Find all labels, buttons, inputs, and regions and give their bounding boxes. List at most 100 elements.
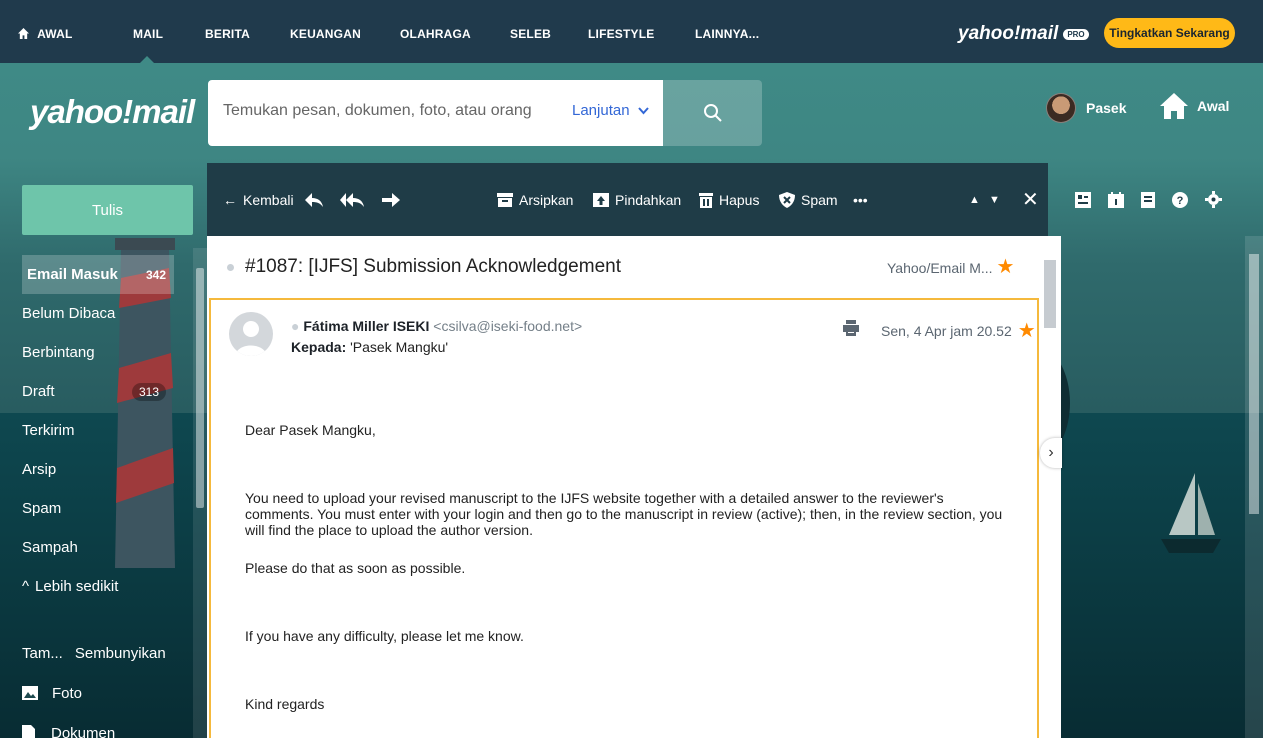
compose-button[interactable]: Tulis (22, 185, 193, 235)
folder-unread[interactable]: Belum Dibaca (22, 294, 174, 333)
move-label: Pindahkan (615, 191, 682, 208)
home-label: Awal (1197, 98, 1230, 114)
nav-sports[interactable]: OLAHRAGA (400, 0, 471, 68)
reply-button[interactable] (305, 163, 323, 236)
nav-news[interactable]: BERITA (205, 0, 250, 68)
forward-button[interactable] (382, 163, 400, 236)
delete-label: Hapus (719, 191, 760, 208)
scrollbar-thumb[interactable] (1044, 260, 1056, 328)
home-icon (18, 27, 37, 41)
nav-more[interactable]: LAINNYA... (695, 0, 759, 68)
folder-inbox[interactable]: Email Masuk 342 (22, 255, 174, 294)
calendar-icon[interactable] (1108, 191, 1124, 208)
chevron-up-icon: ^ (22, 578, 30, 595)
nav-celeb[interactable]: SELEB (510, 0, 551, 68)
upgrade-button[interactable]: Tingkatkan Sekarang (1104, 18, 1235, 48)
triangle-down-icon: ▼ (989, 193, 1000, 206)
scrollbar-thumb[interactable] (196, 268, 204, 508)
views-show-button[interactable]: Tam... (22, 645, 63, 662)
views-hide-button[interactable]: Sembunyikan (75, 645, 166, 662)
page-scrollbar[interactable] (1245, 236, 1263, 738)
gear-icon[interactable] (1205, 191, 1222, 208)
search-button[interactable] (663, 80, 762, 146)
search-input[interactable] (223, 102, 563, 120)
sidebar-scrollbar[interactable] (193, 248, 207, 738)
back-button[interactable]: ← Kembali (223, 163, 294, 236)
trash-icon (699, 192, 713, 208)
message-body: Dear Pasek Mangku, You need to upload yo… (245, 394, 1005, 712)
message-date-area: Sen, 4 Apr jam 20.52 ★ (881, 318, 1036, 343)
photo-icon (22, 686, 38, 700)
folder-label: Sampah (22, 539, 78, 556)
arrow-left-icon: ← (223, 191, 237, 208)
search-box: Lanjutan (208, 80, 663, 146)
nav-lifestyle[interactable]: LIFESTYLE (588, 0, 654, 68)
next-message-arrow[interactable]: › (1040, 438, 1062, 468)
nav-home[interactable]: AWAL (18, 0, 73, 68)
folder-path: Yahoo/Email M... (887, 260, 993, 276)
folder-sent[interactable]: Terkirim (22, 411, 174, 450)
show-less-label: Lebih sedikit (35, 578, 119, 595)
message-folder: Yahoo/Email M... ★ (887, 254, 1014, 279)
spam-button[interactable]: Spam (779, 163, 838, 236)
print-icon[interactable] (843, 320, 859, 336)
chevron-down-icon (637, 106, 649, 114)
view-documents-label: Dokumen (51, 724, 116, 738)
move-button[interactable]: Pindahkan (593, 163, 681, 236)
sender-name[interactable]: Fátima Miller ISEKI (303, 318, 429, 334)
previous-message-button[interactable]: ▲ (969, 163, 980, 236)
active-nav-indicator (140, 56, 154, 63)
folder-label: Spam (22, 500, 62, 517)
show-less-button[interactable]: ^ Lebih sedikit (22, 567, 174, 606)
folder-label: Draft (22, 383, 55, 400)
delete-button[interactable]: Hapus (699, 163, 759, 236)
body-closing: Kind regards (245, 696, 325, 712)
draft-count: 313 (131, 382, 166, 401)
message-date: Sen, 4 Apr jam 20.52 (881, 322, 1012, 339)
profile-name: Pasek (1086, 100, 1127, 116)
spam-shield-icon (779, 191, 795, 208)
scrollbar-thumb[interactable] (1249, 254, 1259, 514)
yahoo-mail-logo[interactable]: yahoo!mail (30, 93, 195, 131)
home-link[interactable]: Awal (1159, 92, 1229, 120)
recipient-name[interactable]: 'Pasek Mangku' (350, 339, 448, 355)
next-message-button[interactable]: ▼ (989, 163, 1000, 236)
brand-label: yahoo!mail (958, 23, 1059, 44)
advanced-label: Lanjutan (572, 102, 630, 119)
message-toolbar: ← Kembali Arsipkan Pindahkan Hapus Spam … (207, 163, 1048, 236)
to-label: Kepada: (291, 339, 347, 355)
advanced-search-toggle[interactable]: Lanjutan (572, 102, 649, 119)
notepad-icon[interactable] (1141, 191, 1155, 208)
folder-starred[interactable]: Berbintang (22, 333, 174, 372)
help-icon[interactable]: ? (1172, 191, 1188, 208)
view-documents[interactable]: Dokumen (22, 713, 192, 738)
reply-all-button[interactable] (340, 163, 364, 236)
views-header: Tam... Sembunyikan (22, 633, 192, 673)
star-icon[interactable]: ★ (1018, 318, 1036, 343)
star-icon[interactable]: ★ (996, 256, 1014, 278)
view-photos[interactable]: Foto (22, 673, 192, 713)
yahoo-mail-pro-brand[interactable]: yahoo!mail PRO (958, 0, 1089, 68)
folder-trash[interactable]: Sampah (22, 528, 174, 567)
close-message-button[interactable]: ✕ (1022, 163, 1039, 236)
sender-avatar (229, 312, 273, 356)
folder-label: Belum Dibaca (22, 305, 116, 322)
more-actions-button[interactable]: ••• (853, 163, 868, 236)
folder-list: Email Masuk 342 Belum Dibaca Berbintang … (22, 255, 174, 606)
reply-all-icon (340, 192, 364, 207)
folder-spam[interactable]: Spam (22, 489, 174, 528)
contacts-icon[interactable] (1075, 191, 1091, 208)
nav-finance[interactable]: KEUANGAN (290, 0, 361, 68)
views-section: Tam... Sembunyikan Foto Dokumen (22, 633, 192, 738)
archive-button[interactable]: Arsipkan (497, 163, 573, 236)
read-indicator[interactable] (227, 264, 234, 271)
message-subject: #1087: [IJFS] Submission Acknowledgement (245, 256, 621, 277)
app-icons: ? (1061, 163, 1263, 236)
profile-menu[interactable]: Pasek (1046, 93, 1126, 123)
folder-archive[interactable]: Arsip (22, 450, 174, 489)
svg-text:?: ? (1177, 195, 1184, 207)
archive-icon (497, 192, 513, 207)
sender-email[interactable]: <csilva@iseki-food.net> (433, 318, 582, 334)
folder-drafts[interactable]: Draft 313 (22, 372, 174, 411)
reading-pane-scrollbar[interactable] (1041, 236, 1061, 738)
